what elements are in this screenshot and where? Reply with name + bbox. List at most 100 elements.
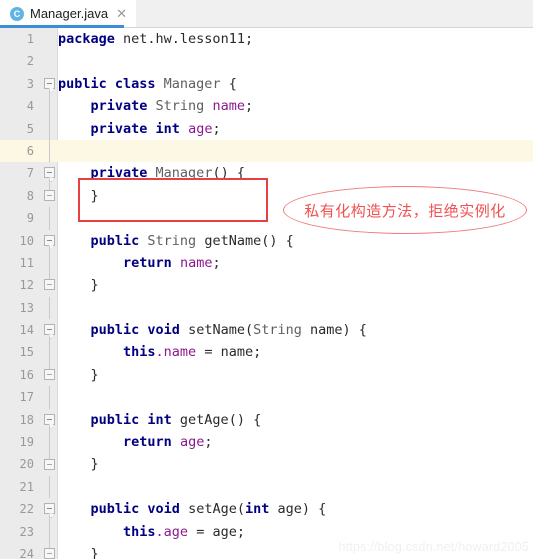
code-line[interactable]: 2 xyxy=(0,50,533,72)
code-line[interactable]: 21 xyxy=(0,476,533,498)
code-token: private xyxy=(90,165,156,182)
code-line[interactable]: 1 package net.hw.lesson11; xyxy=(0,28,533,50)
code-token: } xyxy=(58,366,99,383)
fold-end-icon[interactable] xyxy=(44,189,55,201)
fold-guide-line xyxy=(49,296,50,320)
line-number: 14 xyxy=(19,323,34,338)
fold-collapse-icon[interactable] xyxy=(44,77,55,89)
code-text: this.name = name; xyxy=(58,341,261,363)
fold-guide-line xyxy=(49,95,50,118)
code-token: = age; xyxy=(188,523,245,540)
code-line[interactable]: 19 return age; xyxy=(0,431,533,453)
fold-collapse-icon[interactable] xyxy=(44,413,55,425)
code-token: package xyxy=(58,31,124,47)
code-line[interactable]: 6 xyxy=(0,139,533,163)
tab-manager-java[interactable]: C Manager.java ✕ xyxy=(0,0,136,27)
java-class-icon: C xyxy=(10,6,24,21)
code-token: Manager xyxy=(163,75,221,92)
line-number: 11 xyxy=(19,255,34,270)
fold-end-icon[interactable] xyxy=(44,548,55,559)
code-text: public void setName(String name) { xyxy=(58,319,367,341)
code-line[interactable]: 13 xyxy=(0,297,533,319)
code-line[interactable]: 14 public void setName(String name) { xyxy=(0,319,533,341)
code-token: } xyxy=(58,187,99,204)
code-token: ; xyxy=(212,120,221,137)
editor-tab-bar: C Manager.java ✕ xyxy=(0,0,533,28)
code-token: } xyxy=(58,277,99,294)
code-line[interactable]: 4 private String name; xyxy=(0,95,533,117)
code-line[interactable]: 7 private Manager() { xyxy=(0,162,533,184)
code-token: private int xyxy=(90,120,189,137)
code-token: name xyxy=(179,254,213,271)
code-token: = name; xyxy=(196,344,262,361)
code-token: public class xyxy=(58,75,164,92)
code-token: net.hw.lesson11; xyxy=(123,31,254,47)
code-token: setAge( xyxy=(188,501,245,518)
code-text: } xyxy=(58,543,99,559)
fold-collapse-icon[interactable] xyxy=(44,503,55,515)
code-line[interactable]: 11 return name; xyxy=(0,252,533,274)
code-line[interactable]: 18 public int getAge() { xyxy=(0,409,533,431)
code-text: private int age; xyxy=(58,118,221,140)
code-token: () { xyxy=(212,165,245,182)
line-number: 10 xyxy=(19,233,34,248)
line-number: 17 xyxy=(19,390,34,405)
caret-line-highlight xyxy=(0,139,533,163)
fold-collapse-icon[interactable] xyxy=(44,167,55,179)
code-text: this.age = age; xyxy=(58,521,245,543)
line-number: 7 xyxy=(26,166,34,181)
fold-end-icon[interactable] xyxy=(44,369,55,380)
code-token: setName( xyxy=(188,322,254,339)
code-token: ; xyxy=(212,254,221,271)
fold-collapse-icon[interactable] xyxy=(44,234,55,246)
line-number: 12 xyxy=(19,278,34,293)
line-number: 3 xyxy=(26,76,34,91)
code-text: private String name; xyxy=(58,95,254,117)
code-line[interactable]: 5 private int age; xyxy=(0,118,533,140)
code-token: .name xyxy=(155,344,197,361)
code-line[interactable]: 12 } xyxy=(0,274,533,296)
code-text: } xyxy=(58,364,99,386)
code-token: this xyxy=(123,344,156,361)
watermark-text: https://blog.csdn.net/howard2005 xyxy=(338,540,529,554)
line-number: 1 xyxy=(26,32,34,46)
code-token: public void xyxy=(90,322,189,339)
code-editor[interactable]: 1 package net.hw.lesson11; 2 3 public class … xyxy=(0,28,533,559)
code-token: String xyxy=(147,232,205,249)
close-icon[interactable]: ✕ xyxy=(116,7,127,20)
code-line[interactable]: 17 xyxy=(0,386,533,408)
code-text: public String getName() { xyxy=(58,230,294,252)
code-token: name) { xyxy=(310,322,367,339)
fold-end-icon[interactable] xyxy=(44,279,55,291)
code-token: age) { xyxy=(277,501,327,518)
line-number: 9 xyxy=(26,211,34,226)
fold-guide-line xyxy=(49,386,50,409)
fold-collapse-icon[interactable] xyxy=(44,324,55,336)
code-line[interactable]: 15 this.name = name; xyxy=(0,341,533,363)
fold-guide-line xyxy=(49,252,50,275)
line-number: 22 xyxy=(19,502,34,517)
code-token: } xyxy=(58,545,99,559)
editor-window: C Manager.java ✕ 1 package net.hw.lesson1… xyxy=(0,0,533,559)
fold-end-icon[interactable] xyxy=(44,458,55,470)
code-line[interactable]: 20 } xyxy=(0,453,533,475)
code-lines: 1 package net.hw.lesson11; 2 3 public class … xyxy=(0,28,533,559)
code-line[interactable]: 3 public class Manager { xyxy=(0,73,533,95)
line-number: 4 xyxy=(26,99,34,114)
fold-guide-line xyxy=(49,431,50,454)
code-line[interactable]: 16 } xyxy=(0,364,533,386)
fold-guide-line xyxy=(49,117,50,140)
code-token: ; xyxy=(204,434,213,451)
fold-guide-line xyxy=(49,140,50,163)
line-number: 6 xyxy=(26,143,34,158)
code-line[interactable]: 22 public void setAge(int age) { xyxy=(0,498,533,520)
